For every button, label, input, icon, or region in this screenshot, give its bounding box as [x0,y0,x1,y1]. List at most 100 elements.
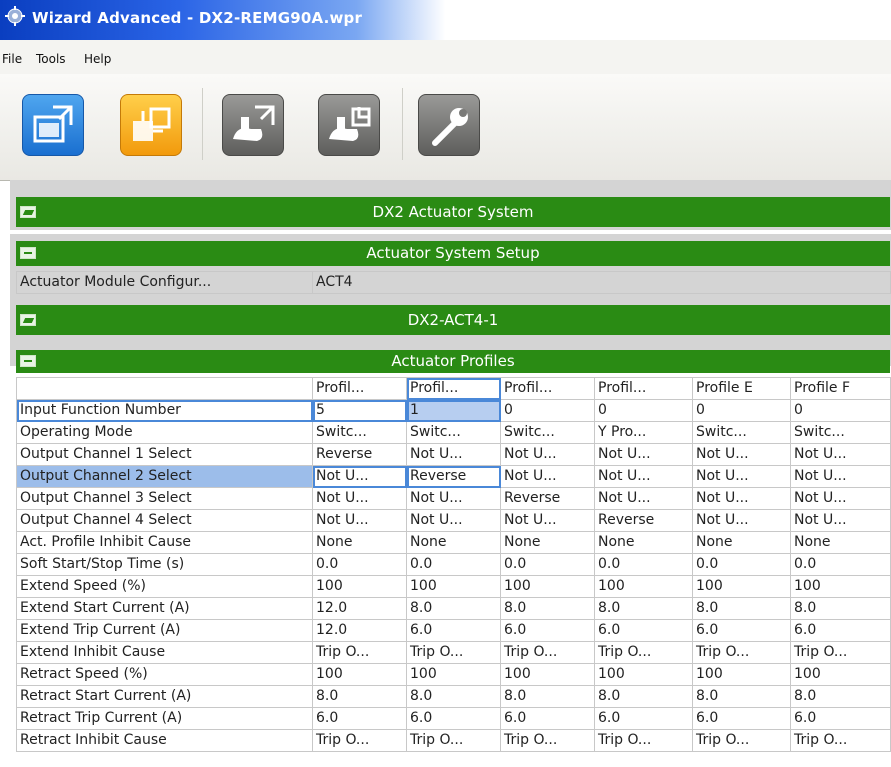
property-value-cell[interactable]: None [312,531,407,554]
property-value-cell[interactable]: 0 [594,399,693,422]
property-value-cell[interactable]: None [790,531,891,554]
property-value-cell[interactable]: Not U... [692,465,791,488]
property-value-cell[interactable]: Trip O... [406,641,501,664]
property-value-cell[interactable]: 6.0 [790,707,891,730]
property-value-cell[interactable]: Switc... [790,421,891,444]
property-value-cell[interactable]: 0.0 [312,553,407,576]
property-value-cell[interactable]: 6.0 [312,707,407,730]
property-value-cell[interactable]: 100 [312,663,407,686]
column-header[interactable]: Profil... [594,377,693,400]
property-value-cell[interactable]: 100 [594,663,693,686]
property-value-cell[interactable]: 100 [500,575,595,598]
property-value-cell[interactable]: Not U... [406,487,501,510]
property-value-cell[interactable]: Not U... [594,443,693,466]
property-value-cell[interactable]: Not U... [500,465,595,488]
property-value-cell[interactable]: Not U... [312,487,407,510]
property-value-cell[interactable]: Not U... [312,509,407,532]
column-header[interactable]: Profile F [790,377,891,400]
property-value-cell[interactable]: 6.0 [500,619,595,642]
window-cascade-yellow-button[interactable] [120,94,182,156]
property-value-cell[interactable]: 12.0 [312,597,407,620]
property-value-cell[interactable]: Not U... [500,509,595,532]
property-value-cell[interactable]: Trip O... [500,641,595,664]
property-value-cell[interactable]: Not U... [692,443,791,466]
property-value-cell[interactable]: None [500,531,595,554]
property-value-cell[interactable]: Trip O... [790,729,891,752]
property-value-cell[interactable]: 12.0 [312,619,407,642]
property-value-cell[interactable]: Trip O... [406,729,501,752]
property-value-cell[interactable]: Not U... [594,465,693,488]
property-value-cell[interactable]: 100 [406,575,501,598]
property-value-cell[interactable]: 0.0 [500,553,595,576]
settings-wrench-button[interactable] [418,94,480,156]
property-value-cell[interactable]: Not U... [312,465,407,488]
property-value-cell[interactable]: Not U... [692,509,791,532]
property-value-cell[interactable]: Switc... [500,421,595,444]
property-value-cell[interactable]: 8.0 [500,685,595,708]
property-value-cell[interactable]: Reverse [594,509,693,532]
property-value-cell[interactable]: 100 [692,575,791,598]
expand-icon[interactable] [20,314,36,326]
property-value-cell[interactable]: ACT4 [312,271,891,294]
property-value-cell[interactable]: Not U... [790,465,891,488]
property-value-cell[interactable]: 8.0 [790,597,891,620]
property-value-cell[interactable]: Y Pro... [594,421,693,444]
property-value-cell[interactable]: Trip O... [692,641,791,664]
property-value-cell[interactable]: Trip O... [312,729,407,752]
property-value-cell[interactable]: 8.0 [406,685,501,708]
property-value-cell[interactable]: 0 [790,399,891,422]
property-value-cell[interactable]: 0.0 [594,553,693,576]
property-value-cell[interactable]: 6.0 [406,707,501,730]
property-value-cell[interactable]: 8.0 [594,597,693,620]
column-header[interactable]: Profile E [692,377,791,400]
property-value-cell[interactable]: Trip O... [790,641,891,664]
property-value-cell[interactable]: 0.0 [692,553,791,576]
property-value-cell[interactable]: 6.0 [406,619,501,642]
window-restore-blue-button[interactable] [22,94,84,156]
property-value-cell[interactable]: Switc... [406,421,501,444]
property-value-cell[interactable]: 100 [790,663,891,686]
property-value-cell[interactable]: 100 [692,663,791,686]
property-value-cell[interactable]: None [406,531,501,554]
column-header[interactable]: Profil... [500,377,595,400]
expand-icon[interactable] [20,206,36,218]
property-value-cell[interactable]: 1 [406,399,501,422]
column-header[interactable]: Profil... [406,377,501,400]
property-value-cell[interactable]: Trip O... [500,729,595,752]
property-value-cell[interactable]: 8.0 [500,597,595,620]
collapse-icon[interactable] [20,247,36,259]
menu-help[interactable]: Help [84,52,111,66]
property-value-cell[interactable]: Switc... [312,421,407,444]
property-value-cell[interactable]: None [594,531,693,554]
section-header-dx2-act4-1[interactable]: DX2-ACT4-1 [16,305,890,335]
property-value-cell[interactable]: 6.0 [500,707,595,730]
property-value-cell[interactable]: Not U... [790,443,891,466]
property-value-cell[interactable]: 100 [406,663,501,686]
collapse-icon[interactable] [20,355,36,367]
section-header-actuator-profiles[interactable]: Actuator Profiles [16,350,890,373]
property-value-cell[interactable]: 6.0 [790,619,891,642]
property-value-cell[interactable]: 6.0 [692,707,791,730]
property-value-cell[interactable]: Not U... [406,443,501,466]
property-value-cell[interactable]: None [692,531,791,554]
section-header-dx2-actuator-system[interactable]: DX2 Actuator System [16,197,890,227]
property-value-cell[interactable]: 100 [790,575,891,598]
property-value-cell[interactable]: 0.0 [790,553,891,576]
property-value-cell[interactable]: Trip O... [594,729,693,752]
property-value-cell[interactable]: Not U... [406,509,501,532]
property-value-cell[interactable]: 0 [692,399,791,422]
actuator-retract-button[interactable] [318,94,380,156]
property-value-cell[interactable]: 8.0 [406,597,501,620]
menu-file[interactable]: File [2,52,22,66]
property-value-cell[interactable]: 100 [312,575,407,598]
property-value-cell[interactable]: Not U... [790,487,891,510]
menu-tools[interactable]: Tools [36,52,66,66]
property-value-cell[interactable]: Not U... [594,487,693,510]
property-value-cell[interactable]: Trip O... [312,641,407,664]
property-value-cell[interactable]: Reverse [500,487,595,510]
property-value-cell[interactable]: 8.0 [594,685,693,708]
property-value-cell[interactable]: Trip O... [692,729,791,752]
section-header-actuator-system-setup[interactable]: Actuator System Setup [16,241,890,266]
property-value-cell[interactable]: Reverse [312,443,407,466]
property-value-cell[interactable]: Not U... [500,443,595,466]
